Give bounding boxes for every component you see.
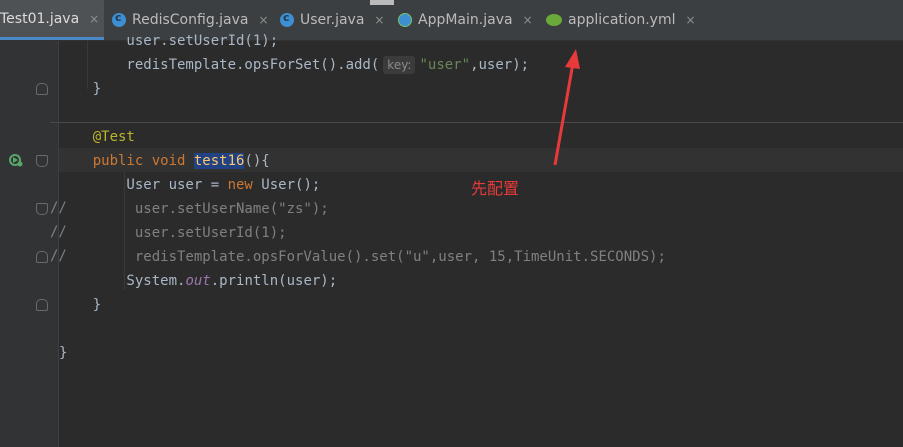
- tab-user[interactable]: User.java ×: [280, 0, 384, 40]
- fold-icon[interactable]: [36, 155, 48, 167]
- code-editor[interactable]: user.setUserId(1); redisTemplate.opsForS…: [59, 33, 903, 447]
- spring-yml-icon: [546, 14, 562, 26]
- java-class-icon: [112, 11, 126, 27]
- code-line: }: [59, 345, 68, 361]
- code-line: public void test16(){: [92, 153, 270, 169]
- code-line: @Test: [92, 129, 135, 145]
- fold-icon[interactable]: [36, 251, 48, 263]
- close-icon[interactable]: ×: [374, 13, 384, 27]
- close-icon[interactable]: ×: [523, 13, 533, 27]
- code-line: redisTemplate.opsForSet().add(key: "user"…: [59, 56, 530, 74]
- code-line: }: [59, 81, 102, 97]
- annotation-text: 先配置: [471, 179, 520, 198]
- fold-icon[interactable]: [36, 203, 48, 215]
- annotation-arrow: [553, 49, 580, 166]
- tab-label: AppMain.java: [418, 12, 513, 28]
- code-line: user.setUserId(1);: [59, 225, 287, 241]
- fold-icon[interactable]: [36, 299, 48, 311]
- close-icon[interactable]: ×: [686, 13, 696, 27]
- code-line: System.out.println(user);: [59, 273, 338, 289]
- code-line: User user = new User();: [59, 177, 321, 193]
- code-line: }: [59, 297, 102, 313]
- tab-label: User.java: [300, 12, 365, 28]
- close-icon[interactable]: ×: [89, 12, 99, 26]
- tab-application-yml[interactable]: application.yml ×: [546, 0, 696, 40]
- code-line: user.setUserId(1);: [59, 33, 279, 49]
- close-icon[interactable]: ×: [258, 13, 268, 27]
- java-class-icon: [280, 11, 294, 27]
- tab-label: Test01.java: [0, 10, 80, 27]
- tab-label: application.yml: [568, 12, 676, 28]
- tab-label: RedisConfig.java: [132, 12, 249, 28]
- code-line: redisTemplate.opsForValue().set("u",user…: [59, 249, 666, 265]
- run-test-icon[interactable]: [8, 152, 24, 168]
- param-hint: key:: [383, 56, 416, 74]
- tab-appmain[interactable]: AppMain.java ×: [398, 0, 533, 40]
- spring-app-icon: [398, 13, 412, 27]
- fold-icon[interactable]: [36, 83, 48, 95]
- code-line: user.setUserName("zs");: [59, 201, 329, 217]
